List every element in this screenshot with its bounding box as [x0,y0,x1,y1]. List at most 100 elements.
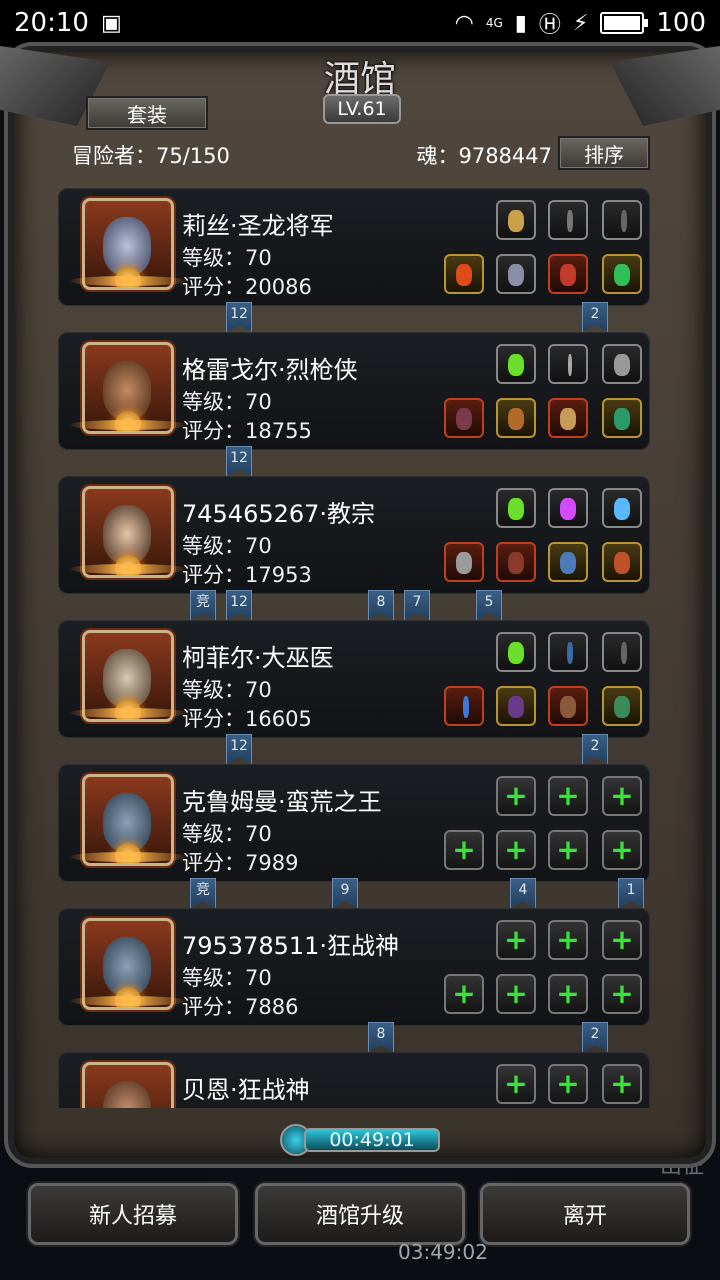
add-equipment-icon[interactable]: + [602,974,642,1014]
hero-score: 评分：16605 [182,707,312,731]
hero-card[interactable]: 克鲁姆曼·蛮荒之王 等级：70 评分：7989 + + + + + + + [58,764,650,882]
crossbow-slot-icon[interactable] [602,632,642,672]
tome-slot-icon[interactable] [548,686,588,726]
add-equipment-icon[interactable]: + [496,776,536,816]
hero-level: 等级：70 [182,822,272,846]
hero-score: 评分：17953 [182,563,312,587]
rank-tag: 5 [476,590,502,620]
signal-icon: ▮ [514,10,527,36]
green-crystal-slot-icon[interactable] [496,344,536,384]
portrait-glow [68,564,188,574]
add-equipment-icon[interactable]: + [496,974,536,1014]
hero-card[interactable]: 795378511·狂战神 等级：70 评分：7886 + + + + + + … [58,908,650,1026]
pendant-slot-icon[interactable] [602,542,642,582]
armor-slot-icon[interactable] [496,254,536,294]
hammer-slot-icon[interactable] [444,542,484,582]
status-time: 20:10 [14,8,89,38]
hero-card[interactable]: 贝恩·狂战神 + + + [58,1052,650,1108]
amulet-slot-icon[interactable] [548,254,588,294]
sort-button[interactable]: 排序 [558,136,650,170]
hero-name: 格雷戈尔·烈枪侠 [182,356,358,384]
hero-list[interactable]: 莉丝·圣龙将军 等级：70 评分：20086 12 2 格雷戈尔·烈枪侠 等级：… [58,184,650,1108]
rank-tag: 2 [582,734,608,764]
portrait-glow [68,708,188,718]
robe-slot-icon[interactable] [496,686,536,726]
rank-tag: 8 [368,590,394,620]
necklace-slot-icon[interactable] [602,686,642,726]
hero-name: 745465267·教宗 [182,500,376,528]
shield-slot-icon[interactable] [548,398,588,438]
recruit-button[interactable]: 新人招募 [28,1183,238,1245]
add-equipment-icon[interactable]: + [496,920,536,960]
suit-button[interactable]: 套装 [86,96,208,130]
purple-gem-slot-icon[interactable] [548,488,588,528]
add-equipment-icon[interactable]: + [444,974,484,1014]
wifi-icon: ◠ [454,10,474,36]
hero-card[interactable]: 格雷戈尔·烈枪侠 等级：70 评分：18755 [58,332,650,450]
robe-slot-icon[interactable] [496,542,536,582]
add-equipment-icon[interactable]: + [548,920,588,960]
necklace-slot-icon[interactable] [548,542,588,582]
hero-portrait[interactable] [82,1062,174,1108]
green-crystal-slot-icon[interactable] [496,632,536,672]
helmet-slot-icon[interactable] [496,200,536,240]
hero-card[interactable]: 莉丝·圣龙将军 等级：70 评分：20086 [58,188,650,306]
crossbow-slot-icon[interactable] [602,200,642,240]
spear-slot-icon[interactable] [548,344,588,384]
rank-tag: 12 [226,446,252,476]
hero-level: 等级：70 [182,966,272,990]
portrait-glow [68,852,188,862]
leave-button[interactable]: 离开 [480,1183,690,1245]
network-type: 4G [485,16,503,30]
hero-level: 等级：70 [182,390,272,414]
upgrade-tavern-button[interactable]: 酒馆升级 [255,1183,465,1245]
hero-level: 等级：70 [182,534,272,558]
hero-name: 克鲁姆曼·蛮荒之王 [182,788,382,816]
add-equipment-icon[interactable]: + [496,1064,536,1104]
add-equipment-icon[interactable]: + [602,776,642,816]
rank-tag: 竞 [190,878,216,908]
emblem-slot-icon[interactable] [602,344,642,384]
add-equipment-icon[interactable]: + [548,776,588,816]
add-equipment-icon[interactable]: + [444,830,484,870]
add-equipment-icon[interactable]: + [602,1064,642,1104]
rank-tag: 8 [368,1022,394,1052]
add-equipment-icon[interactable]: + [496,830,536,870]
portrait-glow [68,276,188,286]
add-equipment-icon[interactable]: + [602,920,642,960]
add-equipment-icon[interactable]: + [548,1064,588,1104]
timer-value: 00:49:01 [304,1128,440,1152]
rank-tag: 12 [226,734,252,764]
hd-icon: Ⓗ [538,13,561,38]
staff-slot-icon[interactable] [444,686,484,726]
hero-card[interactable]: 柯菲尔·大巫医 等级：70 评分：16605 [58,620,650,738]
hero-name: 795378511·狂战神 [182,932,400,960]
portrait-glow [68,996,188,1006]
add-equipment-icon[interactable]: + [548,830,588,870]
gem-slot-icon[interactable] [602,254,642,294]
bracer-slot-icon[interactable] [602,398,642,438]
refresh-timer: 00:49:01 [280,1124,440,1156]
portrait-glow [68,420,188,430]
weapon-slot-icon[interactable] [444,254,484,294]
hero-level: 等级：70 [182,678,272,702]
background-timer: 03:49:02 [398,1240,488,1264]
add-equipment-icon[interactable]: + [548,974,588,1014]
status-bar: 20:10 ▣ ◠ 4G ▮ Ⓗ ⚡ 100 [0,0,720,46]
add-equipment-icon[interactable]: + [602,830,642,870]
bow-slot-icon[interactable] [548,200,588,240]
soul-count: 魂：9788447 [416,144,552,168]
hero-card[interactable]: 745465267·教宗 等级：70 评分：17953 [58,476,650,594]
armor-slot-icon[interactable] [496,398,536,438]
rank-tag: 12 [226,590,252,620]
hero-name: 柯菲尔·大巫医 [182,644,334,672]
rank-tag: 9 [332,878,358,908]
gun-slot-icon[interactable] [444,398,484,438]
hero-name: 莉丝·圣龙将军 [182,212,334,240]
blue-crystal-slot-icon[interactable] [602,488,642,528]
green-crystal-slot-icon[interactable] [496,488,536,528]
bow-slot-icon[interactable] [548,632,588,672]
hero-score: 评分：7989 [182,851,299,875]
rank-tag: 竞 [190,590,216,620]
battery-percent: 100 [656,8,706,38]
